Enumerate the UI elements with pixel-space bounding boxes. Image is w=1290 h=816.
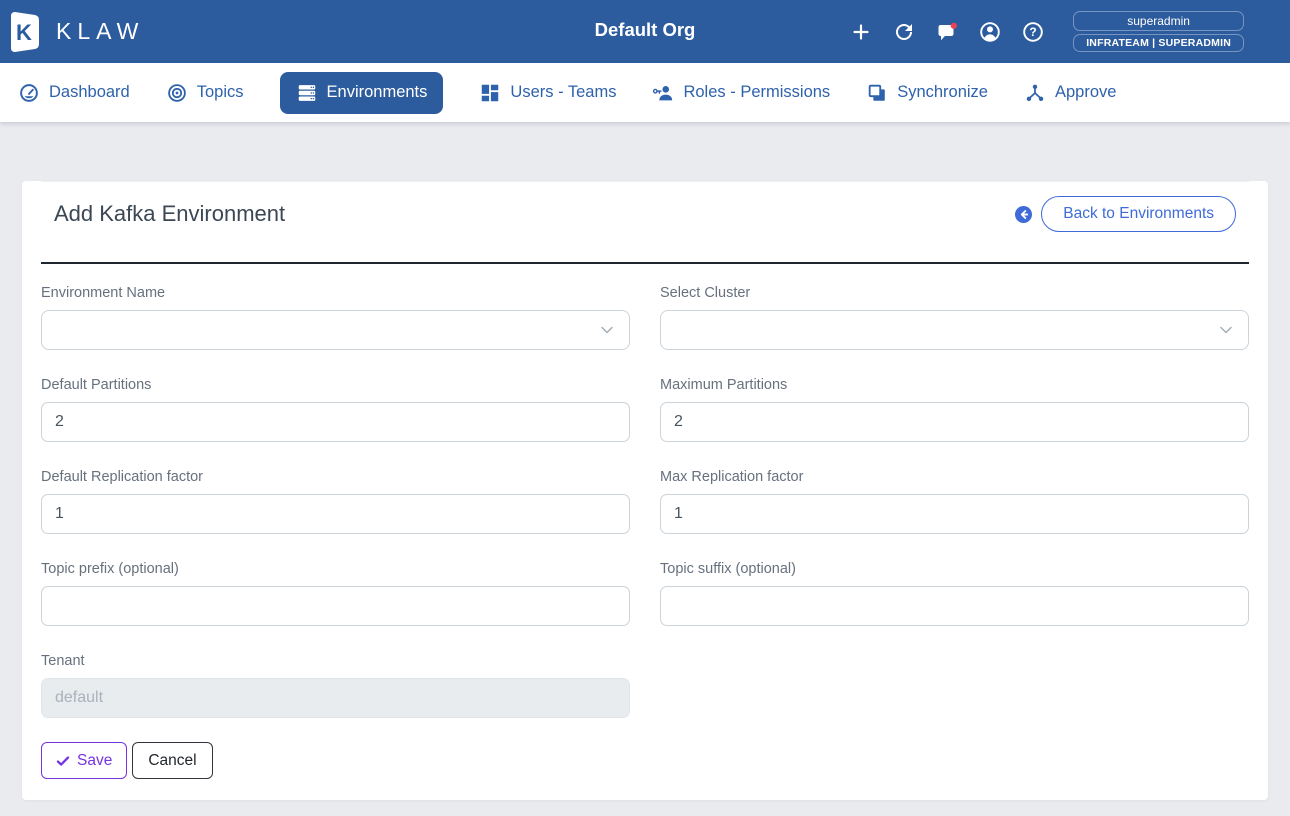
account-icon[interactable] — [978, 20, 1002, 44]
add-environment-card: Add Kafka Environment Back to Environmen… — [22, 181, 1268, 800]
topics-target-icon — [167, 83, 186, 102]
user-menu[interactable]: superadmin INFRATEAM | SUPERADMIN — [1073, 11, 1244, 52]
environment-name-select[interactable] — [41, 310, 630, 350]
nav-item-approve[interactable]: Approve — [1024, 82, 1116, 104]
brand-name: KLAW — [56, 18, 145, 44]
refresh-icon[interactable] — [892, 20, 916, 44]
nav-item-topics[interactable]: Topics — [166, 82, 244, 104]
roles-key-person-icon — [653, 85, 673, 100]
team-role-label[interactable]: INFRATEAM | SUPERADMIN — [1073, 34, 1244, 52]
save-button[interactable]: Save — [41, 742, 128, 779]
tenant-input — [41, 678, 630, 718]
app-header: K KLAW Default Org ? superadmin INFRATEA… — [0, 0, 1290, 63]
help-icon[interactable]: ? — [1021, 20, 1045, 44]
chevron-down-icon — [1220, 326, 1232, 334]
empty-grid-cell — [660, 653, 1249, 718]
topic-prefix-label: Topic prefix (optional) — [41, 561, 179, 577]
nav-label: Synchronize — [897, 83, 988, 101]
default-partitions-input[interactable] — [41, 402, 630, 442]
brand-logo[interactable]: K KLAW — [8, 9, 144, 55]
select-cluster-label: Select Cluster — [660, 285, 751, 301]
nav-label: Users - Teams — [510, 83, 617, 101]
topic-prefix-input[interactable] — [41, 586, 630, 626]
max-replication-factor-input[interactable] — [660, 494, 1249, 534]
nav-item-users-teams[interactable]: Users - Teams — [479, 82, 616, 104]
plus-icon[interactable] — [849, 20, 873, 44]
svg-text:K: K — [16, 20, 32, 45]
nav-label: Roles - Permissions — [683, 83, 831, 101]
topic-suffix-input[interactable] — [660, 586, 1249, 626]
main-nav: Dashboard Topics Environments Users - Te… — [0, 63, 1290, 122]
approve-hub-icon — [1026, 84, 1044, 101]
select-cluster-select[interactable] — [660, 310, 1249, 350]
org-title: Default Org — [594, 18, 696, 40]
svg-text:?: ? — [1030, 25, 1037, 39]
nav-label: Topics — [196, 83, 244, 101]
maximum-partitions-input[interactable] — [660, 402, 1249, 442]
nav-item-environments[interactable]: Environments — [279, 71, 444, 114]
nav-label: Approve — [1055, 83, 1117, 101]
chevron-down-icon — [601, 326, 613, 334]
page-title: Add Kafka Environment — [54, 201, 286, 226]
nav-label: Dashboard — [49, 83, 130, 101]
save-button-label: Save — [77, 751, 113, 769]
check-icon — [56, 755, 70, 766]
back-to-environments-button[interactable]: Back to Environments — [1041, 196, 1236, 232]
unread-badge-dot — [950, 22, 958, 29]
dashboard-gauge-icon — [20, 83, 38, 102]
environment-form: Environment Name Select Cluster Default … — [41, 264, 1249, 718]
synchronize-copy-icon — [868, 84, 885, 101]
maximum-partitions-label: Maximum Partitions — [660, 377, 788, 393]
topic-suffix-label: Topic suffix (optional) — [660, 561, 796, 577]
username-label[interactable]: superadmin — [1073, 11, 1244, 31]
default-partitions-label: Default Partitions — [41, 377, 152, 393]
main-content: Add Kafka Environment Back to Environmen… — [0, 122, 1290, 800]
max-replication-factor-label: Max Replication factor — [660, 469, 804, 485]
nav-item-synchronize[interactable]: Synchronize — [866, 82, 988, 104]
nav-item-roles-permissions[interactable]: Roles - Permissions — [652, 82, 830, 104]
back-arrow-circle-icon[interactable] — [1015, 205, 1033, 223]
default-replication-factor-input[interactable] — [41, 494, 630, 534]
messages-icon[interactable] — [935, 20, 959, 44]
tenant-label: Tenant — [41, 653, 85, 669]
default-replication-factor-label: Default Replication factor — [41, 469, 203, 485]
environment-name-label: Environment Name — [41, 285, 166, 301]
nav-label: Environments — [326, 83, 428, 101]
nav-item-dashboard[interactable]: Dashboard — [18, 82, 130, 104]
card-top-divider — [41, 181, 1249, 182]
users-teams-grid-icon — [482, 84, 499, 101]
cancel-button[interactable]: Cancel — [132, 742, 213, 779]
klaw-logo-icon: K — [11, 11, 39, 52]
environments-server-icon — [298, 84, 315, 101]
